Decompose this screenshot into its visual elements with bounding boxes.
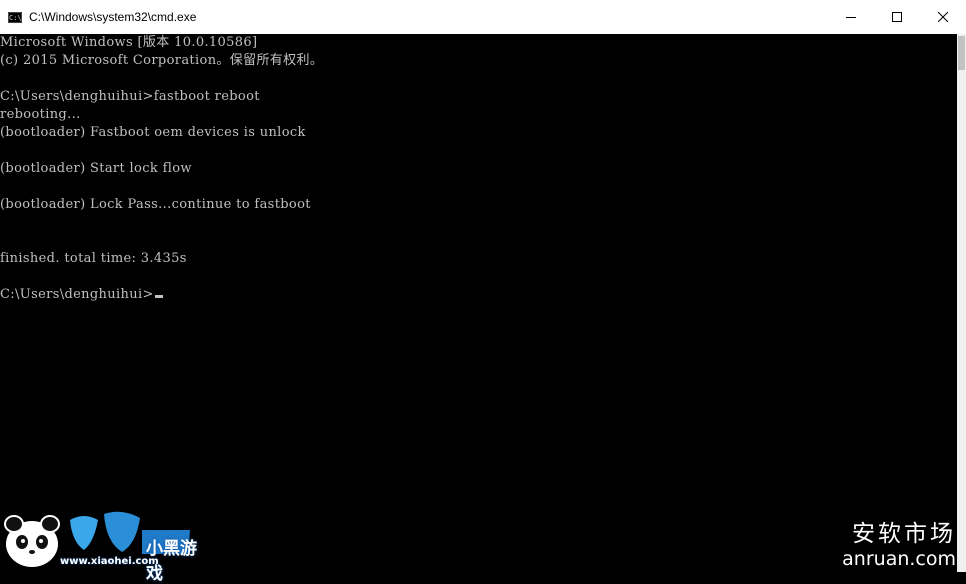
- xiaohei-watermark: 小黑游戏 www.xiaohei.com: [0, 500, 200, 584]
- xiaohei-url: www.xiaohei.com: [60, 556, 159, 567]
- console-line: Microsoft Windows [版本 10.0.10586]: [0, 35, 258, 50]
- console-prompt-line: C:\Users\denghuihui>: [0, 286, 163, 304]
- minimize-icon: [846, 17, 856, 18]
- anruan-watermark: 安软市场 anruan.com: [842, 520, 956, 570]
- anruan-en-text: anruan.com: [842, 548, 956, 570]
- text-cursor: [154, 295, 163, 298]
- window-title: C:\Windows\system32\cmd.exe: [29, 10, 197, 24]
- close-button[interactable]: [920, 0, 966, 34]
- cmd-icon: C:\: [8, 11, 22, 23]
- console-line: finished. total time: 3.435s: [0, 251, 187, 266]
- vertical-scrollbar[interactable]: [957, 34, 966, 572]
- maximize-icon: [892, 12, 902, 22]
- title-bar[interactable]: C:\ C:\Windows\system32\cmd.exe: [0, 0, 966, 34]
- console-line: (bootloader) Fastboot oem devices is unl…: [0, 125, 306, 140]
- minimize-button[interactable]: [828, 0, 874, 34]
- window-controls: [828, 0, 966, 34]
- console-output[interactable]: Microsoft Windows [版本 10.0.10586] (c) 20…: [0, 34, 957, 572]
- console-prompt: C:\Users\denghuihui>: [0, 287, 154, 302]
- console-line: C:\Users\denghuihui>fastboot reboot: [0, 89, 260, 104]
- console-line: (bootloader) Start lock flow: [0, 161, 192, 176]
- console-line: (bootloader) Lock Pass...continue to fas…: [0, 197, 311, 212]
- anruan-cn-text: 安软市场: [852, 521, 956, 547]
- maximize-button[interactable]: [874, 0, 920, 34]
- close-icon: [938, 12, 948, 22]
- console-line: rebooting...: [0, 107, 81, 122]
- console-line: (c) 2015 Microsoft Corporation。保留所有权利。: [0, 53, 324, 68]
- scrollbar-thumb[interactable]: [958, 36, 965, 70]
